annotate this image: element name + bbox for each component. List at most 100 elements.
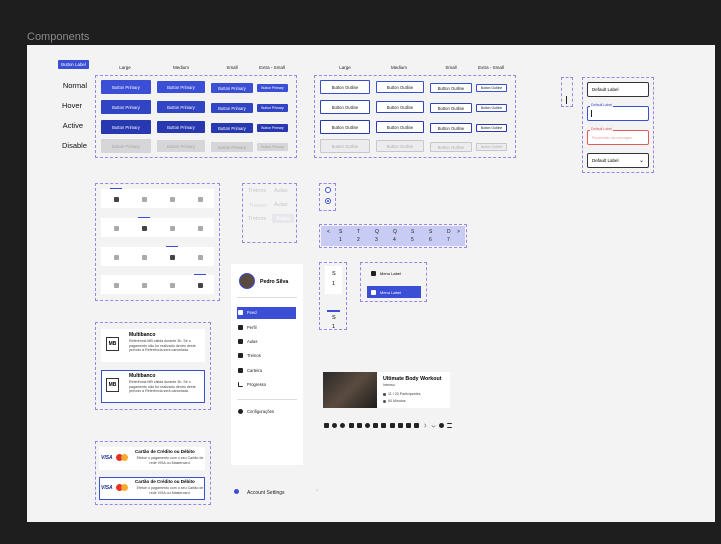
calendar-day-number[interactable]: 7 <box>447 237 450 243</box>
radio-checked[interactable] <box>325 198 331 204</box>
frame-title: Components <box>27 31 90 43</box>
menu-item-normal[interactable]: Menu Label <box>367 267 421 279</box>
outline-button-normal-1[interactable]: Button Outline <box>376 81 424 93</box>
menu-item-active[interactable]: Menu Label <box>367 286 421 298</box>
focused-input[interactable] <box>587 106 649 121</box>
profile-icon <box>197 196 203 202</box>
toggle-row1-b[interactable]: Aulas <box>274 188 288 194</box>
toggle-row2-b[interactable]: Aulas <box>274 202 288 208</box>
calendar-day-number[interactable]: 2 <box>357 237 360 243</box>
tab-dashboard[interactable] <box>106 192 126 206</box>
tab-dumbbell[interactable] <box>162 192 182 206</box>
sidebar-item-progresso[interactable]: Progresso <box>238 382 266 387</box>
calendar-day-letter: Q <box>393 229 397 235</box>
toggle-row3-b[interactable]: Aulas <box>272 214 294 223</box>
primary-button-active-3[interactable]: Button Primary <box>257 124 288 132</box>
sidebar-item-aulas[interactable]: Aulas <box>238 339 257 344</box>
clock-icon <box>383 399 386 403</box>
mb-logo: MB <box>106 378 119 392</box>
calendar-day-number[interactable]: 5 <box>411 237 414 243</box>
outline-button-disable-0[interactable]: Button Outline <box>320 139 370 153</box>
header-small-outline: Small <box>445 65 457 70</box>
outline-button-disable-3[interactable]: Button Outline <box>476 143 507 151</box>
toggle-row3-b-label: Aulas <box>276 215 290 222</box>
calendar-day-letter: S <box>339 229 343 235</box>
outline-button-normal-3[interactable]: Button Outline <box>476 84 507 92</box>
tab-profile[interactable] <box>190 192 210 206</box>
primary-button-active-2[interactable]: Button Primary <box>211 123 253 133</box>
outline-button-hover-0[interactable]: Button Outline <box>320 100 370 114</box>
mb-logo: MB <box>106 337 119 351</box>
calendar-day-number[interactable]: 1 <box>339 237 342 243</box>
tab-chart[interactable] <box>134 250 154 264</box>
tab-chart[interactable] <box>134 192 154 206</box>
tab-profile[interactable] <box>190 250 210 264</box>
default-input[interactable]: Default Label <box>587 82 649 97</box>
outline-button-hover-2[interactable]: Button Outline <box>430 103 472 113</box>
dumbbell-icon <box>169 225 175 231</box>
chart-icon <box>141 254 147 260</box>
payment-desc: Referência MB válida durante 3h. Se o pa… <box>129 339 196 353</box>
tab-dashboard[interactable] <box>106 278 126 292</box>
outline-button-hover-3[interactable]: Button Outline <box>476 104 507 112</box>
calendar-day-number[interactable]: 4 <box>393 237 396 243</box>
primary-button-disable-0[interactable]: Button Primary <box>101 139 151 153</box>
chevron-right-icon[interactable]: › <box>316 488 318 494</box>
outline-button-active-3[interactable]: Button Outline <box>476 124 507 132</box>
primary-button-normal-2[interactable]: Button Primary <box>211 83 253 93</box>
sidebar-item-treinos[interactable]: Treinos <box>238 353 261 358</box>
avatar[interactable] <box>239 273 255 289</box>
tab-profile[interactable] <box>190 221 210 235</box>
tab-profile[interactable] <box>190 278 210 292</box>
divider <box>237 399 297 400</box>
calendar-next-icon[interactable]: > <box>457 229 460 235</box>
radio-unchecked[interactable] <box>325 187 331 193</box>
sidebar-item-perfil[interactable]: Perfil <box>238 325 257 330</box>
primary-button-disable-1[interactable]: Button Primary <box>157 140 205 152</box>
outline-button-active-0[interactable]: Button Outline <box>320 120 370 134</box>
toggle-row1-a[interactable]: Treinos <box>248 188 266 194</box>
toggle-row3-a[interactable]: Treinos <box>248 216 266 222</box>
calendar-prev-icon[interactable]: < <box>327 229 330 235</box>
account-settings-label[interactable]: Account Settings <box>247 490 285 496</box>
sidebar-item-feed[interactable]: Feed <box>238 310 257 315</box>
tab-dashboard[interactable] <box>106 250 126 264</box>
primary-button-disable-3[interactable]: Button Primary <box>257 143 288 151</box>
primary-button-active-0[interactable]: Button Primary <box>101 120 151 134</box>
primary-button-hover-0[interactable]: Button Primary <box>101 100 151 114</box>
tab-dashboard[interactable] <box>106 221 126 235</box>
chart-icon <box>238 382 243 387</box>
day-selected-indicator <box>327 310 340 312</box>
tab-chart[interactable] <box>134 278 154 292</box>
outline-button-disable-1[interactable]: Button Outline <box>376 140 424 152</box>
select-input[interactable]: Default Label ⌄ <box>587 153 649 168</box>
primary-button-hover-1[interactable]: Button Primary <box>157 101 205 113</box>
calendar-day-number[interactable]: 3 <box>375 237 378 243</box>
toggle-row2-a[interactable]: Treinos <box>246 201 270 210</box>
tab-dumbbell[interactable] <box>162 278 182 292</box>
primary-button-normal-0[interactable]: Button Primary <box>101 80 151 94</box>
primary-button-hover-2[interactable]: Button Primary <box>211 103 253 113</box>
primary-button-normal-3[interactable]: Button Primary <box>257 84 288 92</box>
header-large-outline: Large <box>339 65 351 70</box>
primary-button-hover-3[interactable]: Button Primary <box>257 104 288 112</box>
gear-icon <box>365 423 370 428</box>
primary-button-disable-2[interactable]: Button Primary <box>211 142 253 152</box>
outline-button-active-2[interactable]: Button Outline <box>430 123 472 133</box>
sidebar-item-carteira[interactable]: Carteira <box>238 368 262 373</box>
folder-icon <box>381 423 387 428</box>
outline-button-disable-2[interactable]: Button Outline <box>430 142 472 152</box>
outline-button-active-1[interactable]: Button Outline <box>376 121 424 133</box>
focused-input-label: Default Label <box>590 103 614 107</box>
tab-dumbbell[interactable] <box>162 250 182 264</box>
outline-button-normal-2[interactable]: Button Outline <box>430 83 472 93</box>
sidebar-item-settings[interactable]: Configurações <box>238 409 274 414</box>
tab-dumbbell[interactable] <box>162 221 182 235</box>
primary-button-active-1[interactable]: Button Primary <box>157 121 205 133</box>
outline-button-hover-1[interactable]: Button Outline <box>376 101 424 113</box>
tab-chart[interactable] <box>134 221 154 235</box>
calendar-day-number[interactable]: 6 <box>429 237 432 243</box>
outline-button-normal-0[interactable]: Button Outline <box>320 80 370 94</box>
payment-desc: Referência MB válida durante 3h. Se o pa… <box>129 380 196 394</box>
primary-button-normal-1[interactable]: Button Primary <box>157 81 205 93</box>
